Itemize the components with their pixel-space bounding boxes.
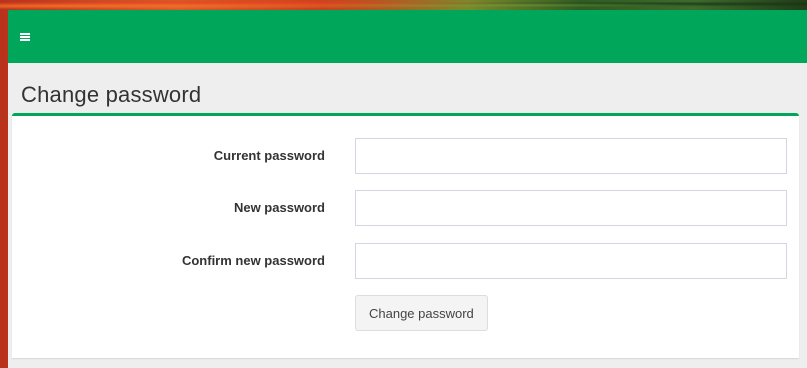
new-password-input[interactable] bbox=[355, 190, 787, 226]
background-banner bbox=[0, 0, 807, 10]
confirm-password-label: Confirm new password bbox=[181, 253, 325, 268]
current-password-input[interactable] bbox=[355, 138, 787, 174]
change-password-button[interactable]: Change password bbox=[355, 295, 488, 331]
top-navbar bbox=[8, 10, 807, 63]
new-password-row: New password bbox=[12, 190, 799, 226]
page: Change password Current password New pas… bbox=[0, 0, 807, 368]
confirm-password-row: Confirm new password bbox=[12, 243, 799, 279]
page-title: Change password bbox=[21, 82, 202, 107]
new-password-label: New password bbox=[233, 200, 325, 215]
current-password-row: Current password bbox=[12, 138, 799, 174]
confirm-password-input[interactable] bbox=[355, 243, 787, 279]
current-password-label: Current password bbox=[213, 148, 325, 163]
sidebar-toggle-button[interactable] bbox=[15, 27, 35, 47]
hamburger-menu-icon bbox=[20, 32, 30, 41]
change-password-box: Current password New password Confirm ne… bbox=[12, 113, 799, 358]
